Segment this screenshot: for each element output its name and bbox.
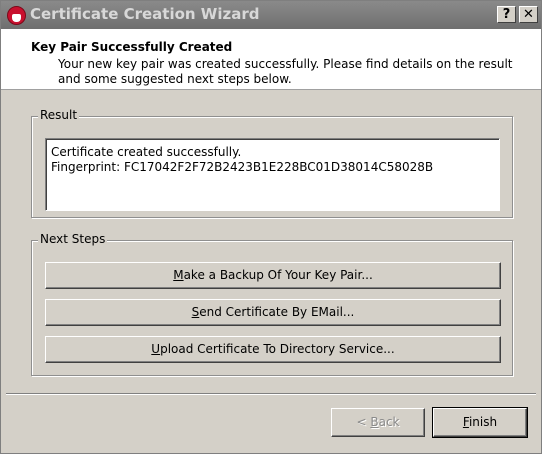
title-bar[interactable]: Certificate Creation Wizard ? ✕ <box>1 1 541 29</box>
backup-button-label: ake a Backup Of Your Key Pair... <box>183 268 373 282</box>
window-title: Certificate Creation Wizard <box>30 5 260 23</box>
result-text-area[interactable]: Certificate created successfully. Finger… <box>45 138 500 211</box>
backup-button-mnemonic: M <box>173 268 184 282</box>
back-button-prefix: < <box>356 415 371 429</box>
next-steps-group-label: Next Steps <box>38 232 108 246</box>
close-button[interactable]: ✕ <box>519 6 538 23</box>
back-button-label: ack <box>378 415 400 429</box>
upload-button-mnemonic: U <box>151 342 161 356</box>
result-group-label: Result <box>38 108 80 122</box>
upload-button-label: pload Certificate To Directory Service..… <box>160 342 395 356</box>
result-status-line: Certificate created successfully. <box>51 145 242 159</box>
help-button[interactable]: ? <box>497 6 516 23</box>
upload-certificate-button[interactable]: Upload Certificate To Directory Service.… <box>45 336 501 363</box>
email-button-label: end Certificate By EMail... <box>199 305 355 319</box>
next-steps-group: Next Steps Make a Backup Of Your Key Pai… <box>31 232 513 376</box>
result-group: Result Certificate created successfully.… <box>31 108 513 218</box>
page-description: Your new key pair was created successful… <box>58 57 513 86</box>
backup-key-pair-button[interactable]: Make a Backup Of Your Key Pair... <box>45 262 501 289</box>
app-logo-icon <box>7 6 26 25</box>
back-button-mnemonic: B <box>370 415 379 429</box>
send-certificate-email-button[interactable]: Send Certificate By EMail... <box>45 299 501 326</box>
finish-button[interactable]: Finish <box>432 407 528 438</box>
wizard-window: Certificate Creation Wizard ? ✕ Key Pair… <box>0 0 542 454</box>
finish-button-label: inish <box>468 415 498 429</box>
footer-separator <box>6 393 536 395</box>
page-title: Key Pair Successfully Created <box>31 40 233 54</box>
wizard-header: Key Pair Successfully Created Your new k… <box>1 29 541 90</box>
result-fingerprint-line: Fingerprint: FC17042F2F72B2423B1E228BC01… <box>51 160 434 174</box>
back-button[interactable]: < Back <box>331 408 425 437</box>
